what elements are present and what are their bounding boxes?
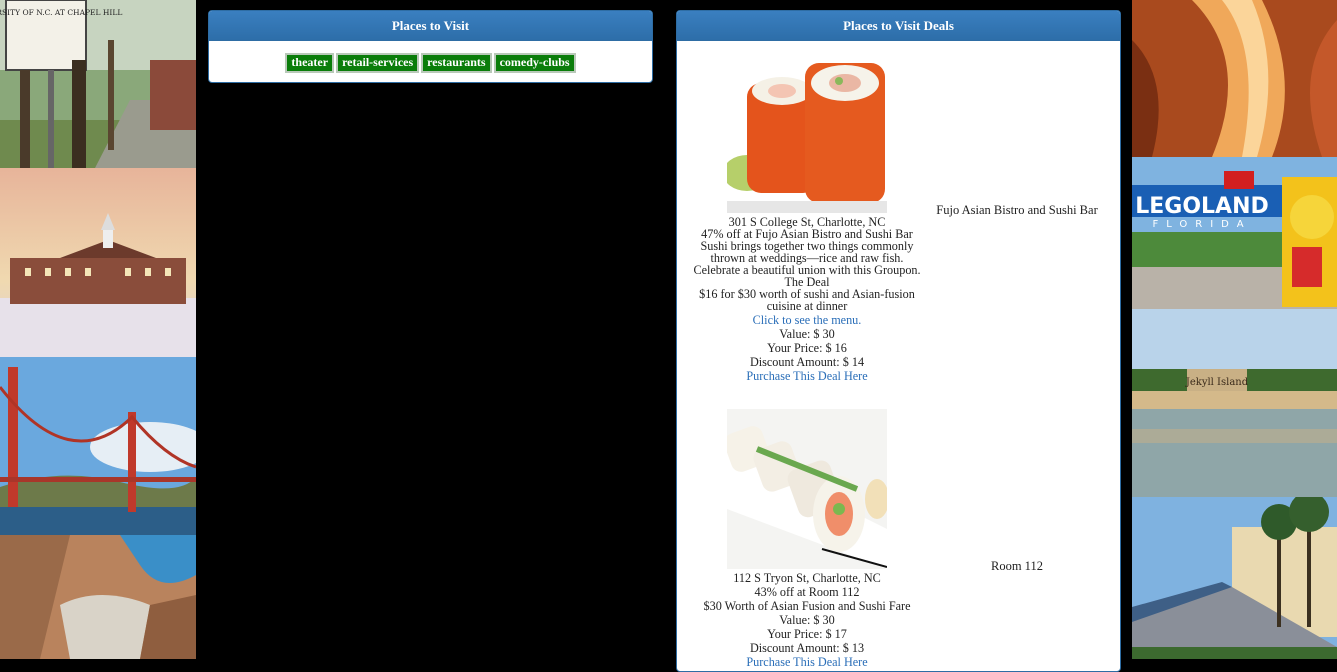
marker-title-text: UNIVERSITY OF N.C. AT CHAPEL HILL [0, 8, 122, 17]
deal-text: $16 for $30 worth of sushi and Asian-fus… [699, 287, 915, 313]
left-photo-column: UNIVERSITY OF N.C. AT CHAPEL HILL [0, 0, 196, 659]
tag-comedy-clubs[interactable]: comedy-clubs [493, 53, 576, 73]
golden-gate-bridge-photo [0, 357, 196, 535]
hoover-dam-photo [0, 535, 196, 659]
purchase-deal-link[interactable]: Purchase This Deal Here [746, 369, 867, 383]
jekyll-sign-text: Jekyll Island [1185, 377, 1249, 388]
deal-text: $30 Worth of Asian Fusion and Sushi Fare [703, 599, 911, 613]
florida-text: FLORIDA [1152, 219, 1251, 230]
deal-headline: 43% off at Room 112 [754, 585, 860, 599]
deal-price: Your Price: $ 16 [767, 341, 847, 355]
deal-description: Sushi brings together two things commonl… [693, 239, 921, 277]
deals-panel-title: Places to Visit Deals [677, 11, 1120, 41]
places-to-visit-title: Places to Visit [209, 11, 652, 41]
tag-restaurants[interactable]: restaurants [421, 53, 492, 73]
legoland-florida-photo: LEGOLAND FLORIDA [1132, 157, 1337, 309]
category-tag-list: theater retail-services restaurants comedy-… [209, 41, 652, 73]
deal-details: 301 S College St, Charlotte, NC 47% off … [687, 53, 927, 382]
sushi-roll-image [727, 53, 887, 213]
seaside-promenade-photo [1132, 497, 1337, 659]
jekyll-island-photo: Jekyll Island [1132, 309, 1337, 497]
campus-building-photo [0, 168, 196, 357]
deal-details: 112 S Tryon St, Charlotte, NC 43% off at… [687, 409, 927, 668]
deal-value: Value: $ 30 [779, 327, 835, 341]
right-photo-column: LEGOLAND FLORIDA Jekyll Island [1132, 0, 1337, 659]
deal-discount: Discount Amount: $ 13 [749, 641, 865, 655]
deal-discount: Discount Amount: $ 14 [749, 355, 865, 369]
places-to-visit-panel: Places to Visit theater retail-services re… [208, 10, 653, 83]
legoland-text: LEGOLAND [1135, 194, 1269, 219]
deal-business-name: Fujo Asian Bistro and Sushi Bar [936, 203, 1098, 217]
tag-theater[interactable]: theater [285, 53, 335, 73]
menu-link[interactable]: Click to see the menu. [753, 313, 862, 327]
purchase-deal-link[interactable]: Purchase This Deal Here [746, 655, 867, 669]
deal-value: Value: $ 30 [779, 613, 835, 627]
tag-retail-services[interactable]: retail-services [336, 53, 420, 73]
antelope-canyon-photo [1132, 0, 1337, 157]
deals-panel: Places to Visit Deals 301 S College St, [676, 10, 1121, 672]
unc-historical-marker-photo: UNIVERSITY OF N.C. AT CHAPEL HILL [0, 0, 196, 168]
sushi-platter-image [727, 409, 887, 569]
deal-price: Your Price: $ 17 [767, 627, 847, 641]
deal-business-name: Room 112 [991, 559, 1043, 573]
deal-address: 112 S Tryon St, Charlotte, NC [733, 571, 881, 585]
